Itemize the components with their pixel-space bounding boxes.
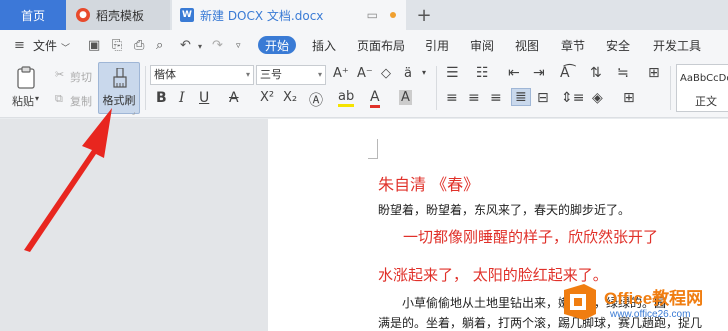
- tab-home-label: 首页: [20, 8, 45, 23]
- paste-icon[interactable]: [16, 66, 38, 90]
- menu-developer[interactable]: 开发工具: [653, 37, 701, 54]
- print-preview-icon[interactable]: ⌕: [156, 38, 163, 53]
- fill-color-icon[interactable]: ◈: [592, 90, 603, 106]
- new-tab-label: +: [416, 4, 432, 26]
- tab-template-label: 稻壳模板: [96, 8, 145, 23]
- doc-paragraph-1: 盼望着，盼望着，东风来了，春天的脚步近了。: [378, 203, 631, 217]
- grow-font-icon[interactable]: A⁺: [333, 66, 349, 81]
- numbered-list-icon[interactable]: ☷: [476, 65, 489, 81]
- new-tab-button[interactable]: +: [410, 0, 438, 30]
- cut-icon[interactable]: ✂: [55, 68, 64, 81]
- divider: [670, 66, 671, 110]
- underline-icon[interactable]: U: [199, 90, 209, 106]
- align-left-icon[interactable]: ≡: [446, 90, 458, 106]
- shrink-font-icon[interactable]: A⁻: [357, 66, 373, 81]
- copy-button[interactable]: 复制: [70, 93, 92, 109]
- menu-section[interactable]: 章节: [561, 37, 585, 54]
- watermark-url: www.office26.com: [610, 309, 691, 320]
- daoke-icon: ●: [76, 8, 90, 22]
- menu-start[interactable]: 开始: [258, 36, 296, 54]
- paste-dropdown-icon[interactable]: ▾: [35, 94, 39, 103]
- margin-marker: [368, 139, 378, 159]
- font-color-icon[interactable]: A: [370, 90, 380, 108]
- save-icon[interactable]: ▣: [88, 38, 100, 53]
- undo-dropdown-icon[interactable]: ▾: [198, 42, 202, 51]
- chevron-down-icon: ▾: [317, 70, 322, 79]
- format-painter-label: 格式刷: [102, 94, 136, 107]
- justify-icon[interactable]: ≣: [511, 88, 531, 106]
- tab-home[interactable]: 首页: [0, 0, 66, 30]
- doc-paragraph-2: 一切都像刚睡醒的样子，欣欣然张开了: [403, 228, 659, 246]
- chinese-layout-icon[interactable]: A͡: [560, 65, 570, 81]
- unsaved-dot-icon: [390, 12, 396, 18]
- tab-document[interactable]: W 新建 DOCX 文档.docx ▭: [172, 0, 406, 30]
- export-icon[interactable]: ⎘: [112, 38, 122, 53]
- redo-icon[interactable]: ↷: [212, 38, 223, 53]
- menu-review[interactable]: 审阅: [470, 37, 494, 54]
- font-name-value: 楷体: [154, 68, 176, 81]
- brush-icon: [113, 68, 127, 88]
- undo-icon[interactable]: ↶: [180, 38, 191, 53]
- chevron-down-icon[interactable]: ﹀: [61, 41, 70, 54]
- sort-icon[interactable]: ⇅: [590, 65, 602, 81]
- align-center-icon[interactable]: ≡: [468, 90, 480, 106]
- ribbon-toolbar: 粘贴 ▾ ✂ 剪切 ⧉ 复制 格式刷 ⌟ 楷体 ▾ 三号 ▾ A⁺ A⁻ ◇ ä ▾…: [0, 60, 728, 118]
- menu-view[interactable]: 视图: [515, 37, 539, 54]
- align-right-icon[interactable]: ≡: [490, 90, 502, 106]
- tab-document-label: 新建 DOCX 文档.docx: [200, 8, 324, 23]
- word-doc-icon: W: [180, 8, 194, 22]
- clipboard-launcher-icon[interactable]: ⌟: [132, 108, 135, 116]
- phonetic-icon[interactable]: ä: [404, 66, 412, 81]
- increase-indent-icon[interactable]: ⇥: [533, 65, 545, 81]
- cut-button[interactable]: 剪切: [70, 69, 92, 85]
- show-marks-icon[interactable]: ≒: [617, 65, 629, 81]
- format-painter-button[interactable]: 格式刷: [98, 62, 140, 114]
- superscript-icon[interactable]: X²: [260, 90, 274, 105]
- font-size-select[interactable]: 三号 ▾: [256, 65, 326, 85]
- menu-security[interactable]: 安全: [606, 37, 630, 54]
- style-name: 正文: [695, 95, 717, 108]
- chevron-down-icon: ▾: [245, 70, 250, 79]
- text-effect-icon[interactable]: Ⓐ: [309, 90, 323, 110]
- menu-start-label: 开始: [264, 38, 289, 53]
- strikethrough-icon[interactable]: A: [229, 90, 239, 106]
- office-logo-icon: [564, 284, 596, 320]
- decrease-indent-icon[interactable]: ⇤: [508, 65, 520, 81]
- menu-bar: ≡ 文件 ﹀ ▣ ⎘ ⎙ ⌕ ↶ ▾ ↷ ▿ 开始 插入 页面布局 引用 审阅 …: [0, 30, 728, 60]
- print-icon[interactable]: ⎙: [134, 38, 144, 53]
- distribute-icon[interactable]: ⊟: [537, 90, 549, 106]
- paste-button[interactable]: 粘贴: [12, 93, 34, 109]
- divider: [436, 66, 437, 110]
- watermark: Office教程网 www.office26.com: [560, 282, 728, 331]
- menu-file[interactable]: 文件: [33, 37, 57, 54]
- subscript-icon[interactable]: X₂: [283, 90, 297, 105]
- italic-icon[interactable]: I: [179, 90, 185, 106]
- table-border-icon[interactable]: ⊞: [648, 65, 660, 81]
- bullet-list-icon[interactable]: ☰: [446, 65, 459, 81]
- tab-bar: 首页 ● 稻壳模板 W 新建 DOCX 文档.docx ▭ +: [0, 0, 728, 30]
- watermark-title: Office教程网: [604, 289, 704, 308]
- font-name-select[interactable]: 楷体 ▾: [150, 65, 254, 85]
- menu-reference[interactable]: 引用: [425, 37, 449, 54]
- hamburger-icon[interactable]: ≡: [14, 38, 25, 53]
- clear-format-icon[interactable]: ◇: [381, 66, 391, 81]
- more-icon[interactable]: ▿: [236, 41, 241, 51]
- style-normal[interactable]: AaBbCcDd 正文: [676, 64, 728, 112]
- border-icon[interactable]: ⊞: [623, 90, 635, 106]
- style-preview: AaBbCcDd: [680, 73, 728, 84]
- menu-insert[interactable]: 插入: [312, 37, 336, 54]
- chevron-down-icon[interactable]: ▾: [422, 68, 426, 77]
- menu-page-layout[interactable]: 页面布局: [357, 37, 405, 54]
- tab-template[interactable]: ● 稻壳模板: [66, 0, 170, 30]
- divider: [145, 66, 146, 110]
- highlight-icon[interactable]: ab: [338, 90, 355, 107]
- char-shading-icon[interactable]: A: [399, 90, 412, 105]
- line-spacing-icon[interactable]: ⇕≡: [561, 90, 584, 106]
- bold-icon[interactable]: B: [156, 90, 167, 106]
- doc-title-line: 朱自清 《春》: [378, 175, 480, 194]
- screen-icon[interactable]: ▭: [367, 8, 378, 22]
- copy-icon[interactable]: ⧉: [55, 92, 63, 106]
- font-size-value: 三号: [260, 68, 282, 81]
